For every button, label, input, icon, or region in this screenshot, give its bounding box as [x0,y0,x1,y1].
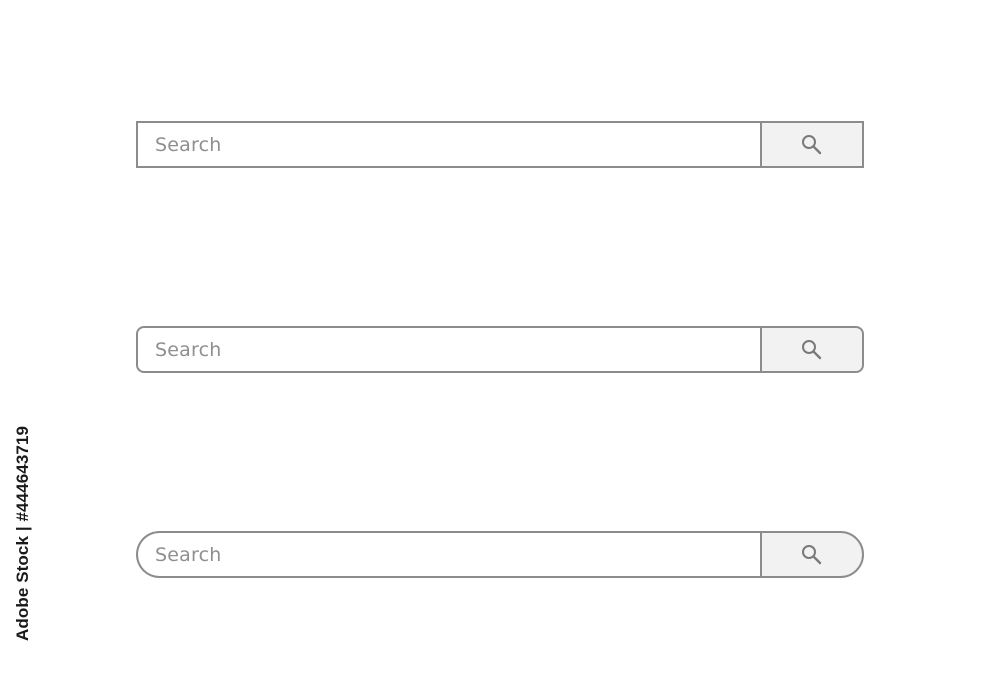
stock-id-text: Adobe Stock | #444643719 [13,425,32,641]
search-placeholder: Search [155,543,222,566]
search-button[interactable] [760,326,864,373]
search-icon [802,134,822,154]
search-input[interactable]: Search [136,531,760,578]
search-bar-square: Search [136,121,864,168]
search-icon [802,339,822,359]
search-bar-pill: Search [136,531,864,578]
search-input[interactable]: Search [136,121,760,168]
search-button[interactable] [760,121,864,168]
stock-id-watermark: Adobe Stock | #444643719 [8,425,38,641]
search-button[interactable] [760,531,864,578]
search-input[interactable]: Search [136,326,760,373]
search-placeholder: Search [155,338,222,361]
search-icon [802,544,822,564]
search-bar-rounded: Search [136,326,864,373]
search-placeholder: Search [155,133,222,156]
